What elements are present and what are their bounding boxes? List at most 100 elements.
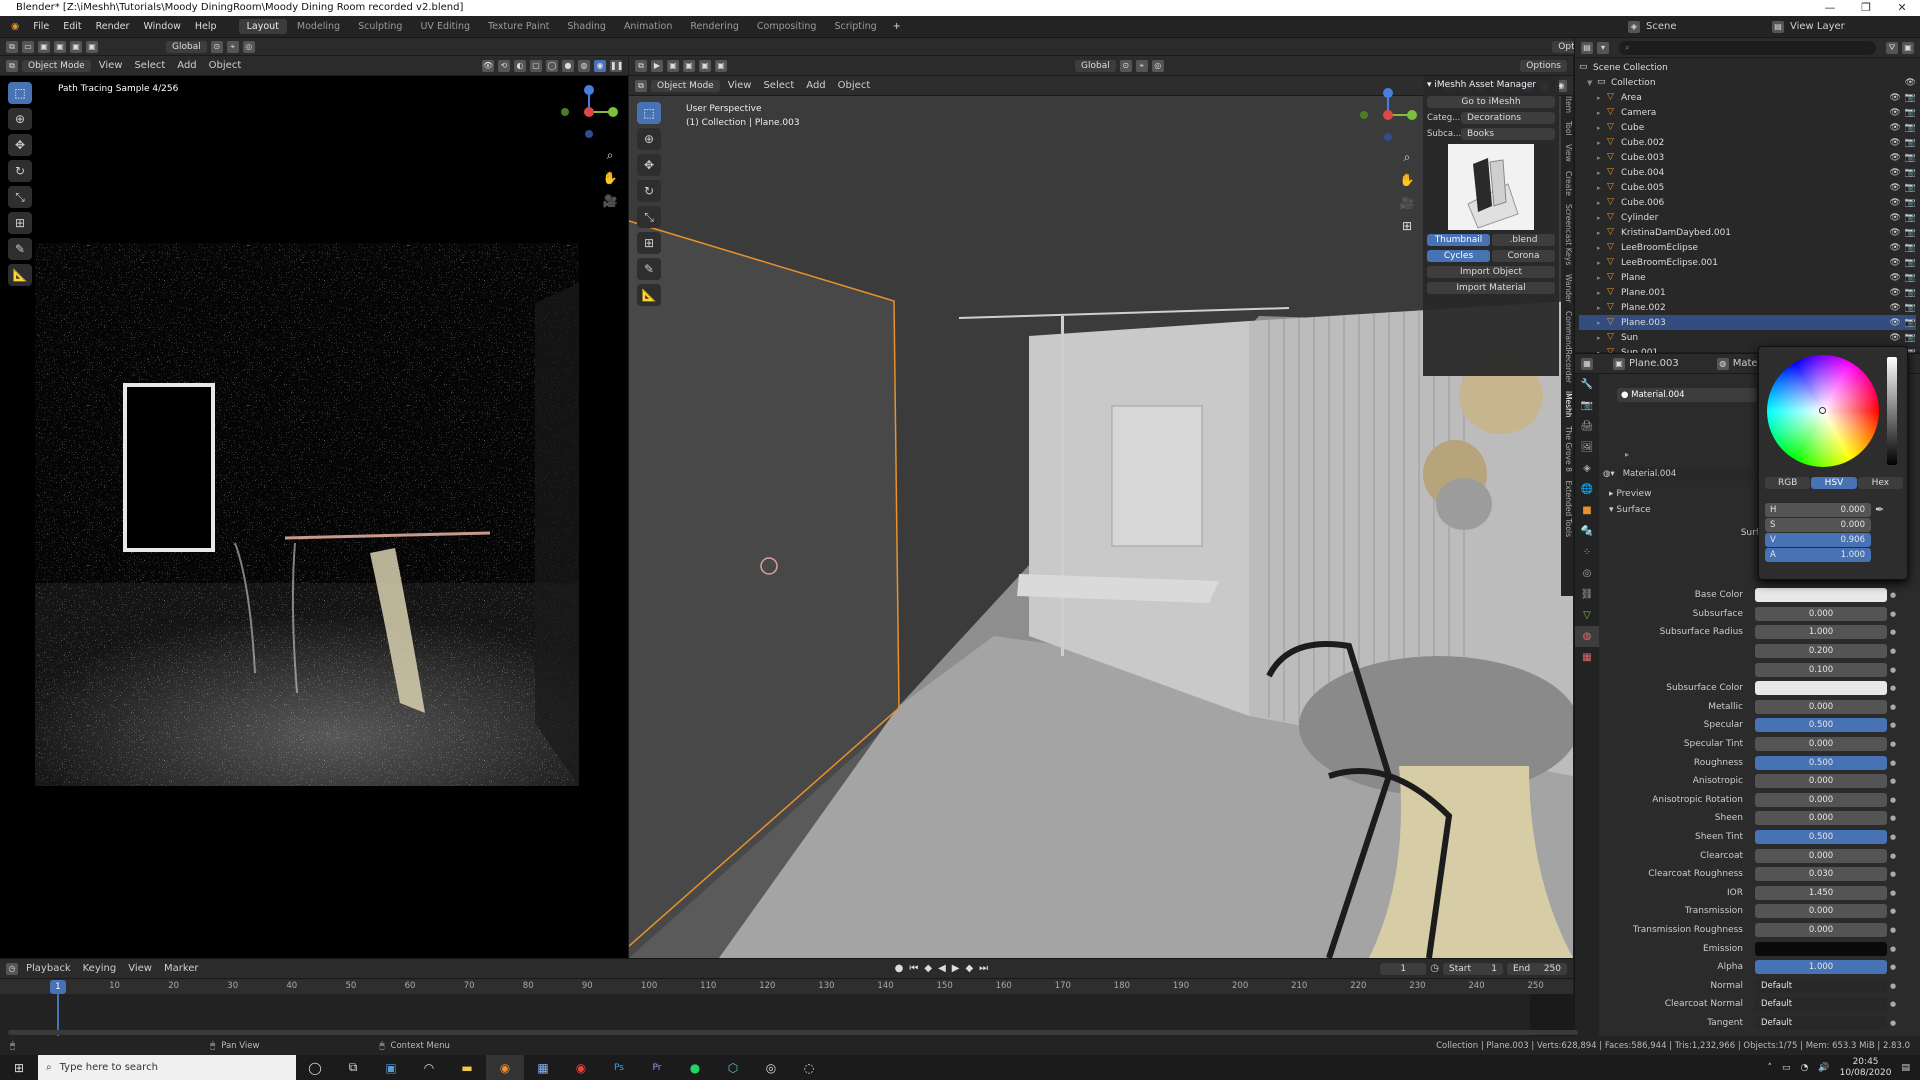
new-collection-icon[interactable]: ▣: [1902, 41, 1914, 54]
pivot-icon[interactable]: ⊙: [1119, 59, 1132, 72]
menu-keying[interactable]: Keying: [79, 963, 121, 974]
thumbnail-toggle[interactable]: Thumbnail: [1427, 234, 1490, 246]
view-layer-icon[interactable]: ▤: [1772, 20, 1784, 33]
zoom-icon[interactable]: ⌕: [600, 144, 620, 167]
property-value-field[interactable]: [1755, 588, 1887, 603]
outliner-item[interactable]: ▸ ▽ Cube.003 👁 📷: [1579, 150, 1916, 165]
blend-toggle[interactable]: .blend: [1492, 234, 1555, 246]
move-tool-icon[interactable]: ✥: [637, 154, 661, 176]
socket-dot-icon[interactable]: ●: [1887, 926, 1899, 934]
saturation-field[interactable]: S 0.000: [1765, 518, 1871, 532]
expand-arrow-icon[interactable]: ▸: [1597, 304, 1607, 312]
scale-tool-icon[interactable]: ⤡: [8, 186, 32, 208]
pan-hand-icon[interactable]: ✋: [1397, 169, 1417, 192]
render-camera-icon[interactable]: 📷: [1905, 93, 1916, 103]
sidebar-tab-screencast-keys[interactable]: Screencast Keys: [1564, 204, 1573, 265]
property-value-field[interactable]: 0.200: [1755, 644, 1887, 659]
scale-tool-icon[interactable]: ⤡: [637, 206, 661, 228]
camera-view-icon[interactable]: 🎥: [1397, 192, 1417, 215]
pause-icon[interactable]: ❚❚: [610, 59, 623, 72]
render-camera-icon[interactable]: 📷: [1905, 303, 1916, 313]
property-value-field[interactable]: 0.000: [1755, 699, 1887, 714]
expand-arrow-icon[interactable]: ▸: [1597, 334, 1607, 342]
snap-icon[interactable]: ⌖: [226, 40, 239, 53]
jump-start-icon[interactable]: ⏮: [909, 963, 918, 974]
measure-tool-icon[interactable]: 📐: [8, 264, 32, 286]
property-value-field[interactable]: 0.500: [1755, 830, 1887, 845]
outliner-item[interactable]: ▸ ▽ LeeBroomEclipse 👁 📷: [1579, 240, 1916, 255]
next-keyframe-icon[interactable]: ◆: [965, 963, 973, 974]
property-value-field[interactable]: 0.100: [1755, 662, 1887, 677]
socket-dot-icon[interactable]: ●: [1887, 740, 1899, 748]
preview-section-header[interactable]: ▸ Preview: [1609, 489, 1651, 499]
expand-arrow-icon[interactable]: ▸: [1597, 274, 1607, 282]
menu-marker[interactable]: Marker: [160, 963, 203, 974]
editor-type-icon[interactable]: ⧉: [635, 59, 647, 72]
socket-dot-icon[interactable]: ●: [1887, 628, 1899, 636]
socket-dot-icon[interactable]: ●: [1887, 814, 1899, 822]
menu-add[interactable]: Add: [802, 80, 829, 91]
world-tab-icon[interactable]: 🌐: [1575, 479, 1599, 500]
hue-field[interactable]: H 0.000: [1765, 503, 1871, 517]
expand-arrow-icon[interactable]: ▸: [1597, 244, 1607, 252]
expand-arrow-icon[interactable]: ▸: [1597, 139, 1607, 147]
visibility-eye-icon[interactable]: 👁: [1889, 93, 1900, 103]
editor-type-icon[interactable]: ▤: [1581, 41, 1593, 54]
engine-corona-button[interactable]: Corona: [1492, 250, 1555, 262]
sidebar-tab-the-grove[interactable]: The Grove 8: [1564, 426, 1573, 472]
add-workspace-icon[interactable]: +: [886, 21, 908, 32]
scene-icon[interactable]: ◈: [1628, 20, 1640, 33]
property-value-field[interactable]: 1.000: [1755, 960, 1887, 975]
render-camera-icon[interactable]: 📷: [1905, 153, 1916, 163]
outliner-item[interactable]: ▸ ▽ Plane.003 👁 📷: [1579, 315, 1916, 330]
property-value-field[interactable]: Default: [1755, 978, 1887, 993]
color-mode-hex[interactable]: Hex: [1857, 477, 1903, 489]
proportional-edit-icon[interactable]: ◎: [1151, 59, 1164, 72]
mode-extend-icon[interactable]: ▣: [54, 40, 66, 53]
mode-subtract-icon[interactable]: ▣: [699, 59, 711, 72]
menu-help[interactable]: Help: [188, 21, 224, 32]
socket-dot-icon[interactable]: ●: [1887, 907, 1899, 915]
mode-dropdown[interactable]: Object Mode: [651, 79, 720, 92]
menu-view[interactable]: View: [95, 60, 127, 71]
menu-edit[interactable]: Edit: [56, 21, 88, 32]
menu-window[interactable]: Window: [136, 21, 187, 32]
subcategory-dropdown[interactable]: Books: [1461, 128, 1555, 140]
outliner-scene-collection[interactable]: ▭ Scene Collection: [1579, 60, 1916, 75]
color-mode-rgb[interactable]: RGB: [1765, 477, 1811, 489]
render-camera-icon[interactable]: 📷: [1905, 183, 1916, 193]
visibility-eye-icon[interactable]: 👁: [1889, 258, 1900, 268]
property-value-field[interactable]: 0.000: [1755, 792, 1887, 807]
chrome-icon[interactable]: ◉: [562, 1055, 600, 1080]
property-value-field[interactable]: 0.000: [1755, 737, 1887, 752]
rotate-tool-icon[interactable]: ↻: [637, 180, 661, 202]
visibility-eye-icon[interactable]: 👁: [1889, 138, 1900, 148]
transform-tool-icon[interactable]: ⊞: [8, 212, 32, 234]
filter-icon[interactable]: ⛛: [1886, 41, 1898, 54]
annotate-tool-icon[interactable]: ✎: [8, 238, 32, 260]
calculator-icon[interactable]: ▦: [524, 1055, 562, 1080]
blender-taskbar-icon[interactable]: ◉: [486, 1055, 524, 1080]
material-browse-icon[interactable]: ◍▾: [1603, 467, 1615, 481]
menu-select[interactable]: Select: [759, 80, 798, 91]
goto-imeshh-button[interactable]: Go to iMeshh: [1427, 96, 1555, 108]
socket-dot-icon[interactable]: ●: [1887, 796, 1899, 804]
value-field[interactable]: V 0.906: [1765, 533, 1871, 547]
mode-invert-icon[interactable]: ▣: [715, 59, 727, 72]
left-viewport[interactable]: ⧉ Object Mode View Select Add Object 👁 ⟲…: [0, 56, 628, 958]
outliner-item[interactable]: ▸ ▽ LeeBroomEclipse.001 👁 📷: [1579, 255, 1916, 270]
photoshop-icon[interactable]: Ps: [600, 1055, 638, 1080]
premiere-icon[interactable]: Pr: [638, 1055, 676, 1080]
color-mode-hsv[interactable]: HSV: [1811, 477, 1857, 489]
prev-keyframe-icon[interactable]: ◆: [924, 963, 932, 974]
render-camera-icon[interactable]: 📷: [1905, 108, 1916, 118]
windows-start-icon[interactable]: ⊞: [0, 1055, 38, 1080]
material-slot-item[interactable]: ● Material.004: [1617, 388, 1757, 402]
select-mode-icon[interactable]: ▶: [651, 59, 663, 72]
property-value-field[interactable]: 1.450: [1755, 885, 1887, 900]
outliner-item[interactable]: ▸ ▽ Cube.004 👁 📷: [1579, 165, 1916, 180]
render-camera-icon[interactable]: 📷: [1905, 273, 1916, 283]
app-icon-5[interactable]: ◌: [790, 1055, 828, 1080]
menu-view[interactable]: View: [124, 963, 156, 974]
asset-manager-header[interactable]: ▾ iMeshh Asset Manager: [1427, 80, 1555, 90]
